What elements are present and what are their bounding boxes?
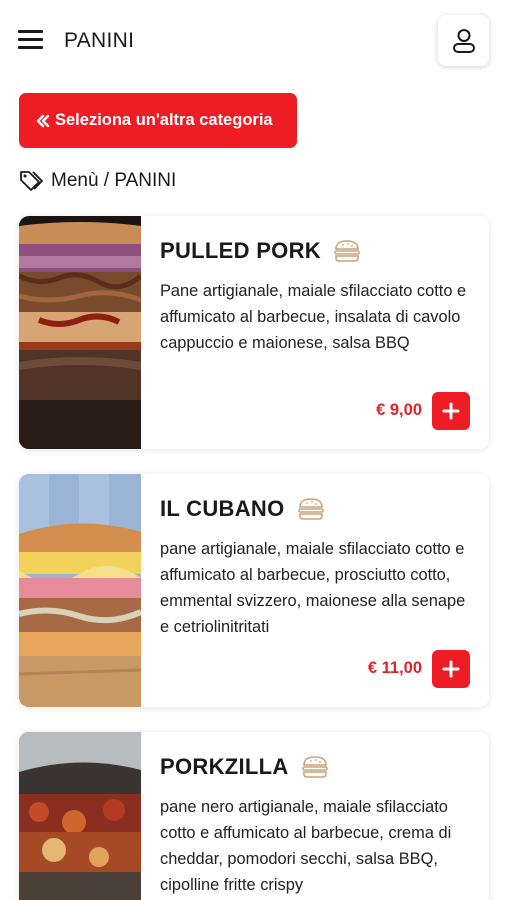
product-card[interactable]: IL CUBANO pane artigianale, maiale sfila… (19, 474, 489, 707)
product-image (19, 474, 141, 707)
user-icon (452, 28, 475, 53)
user-account-button[interactable] (438, 15, 489, 66)
hamburger-menu-icon[interactable] (18, 28, 44, 52)
burger-icon (301, 755, 329, 779)
product-name-text: PORKZILLA (160, 754, 289, 779)
product-name: IL CUBANO (160, 496, 325, 522)
burger-icon (297, 497, 325, 521)
product-price: € 9,00 (376, 401, 422, 419)
select-other-category-label: Seleziona un'altra categoria (55, 111, 273, 129)
product-description: pane nero artigianale, maiale sfilacciat… (160, 798, 452, 894)
product-name-text: IL CUBANO (160, 496, 285, 521)
product-name: PULLED PORK (160, 238, 361, 264)
plus-icon (442, 660, 460, 678)
tag-icon (19, 169, 45, 193)
product-description: pane artigianale, maiale sfilacciato cot… (160, 540, 466, 636)
product-name-text: PULLED PORK (160, 238, 321, 263)
add-to-cart-button[interactable] (432, 650, 470, 688)
plus-icon (442, 402, 460, 420)
product-card[interactable]: PORKZILLA pane nero artigianale, maiale … (19, 732, 489, 900)
product-price: € 11,00 (367, 659, 422, 677)
product-card[interactable]: PULLED PORK Pane artigianale, maiale sfi… (19, 216, 489, 449)
page-title: PANINI (64, 29, 135, 52)
breadcrumb-text: Menù / PANINI (51, 170, 177, 191)
product-image (19, 732, 141, 900)
double-chevron-left-icon (36, 114, 50, 128)
breadcrumb: Menù / PANINI (19, 168, 176, 194)
app-header: PANINI (0, 0, 507, 82)
product-name: PORKZILLA (160, 754, 329, 780)
add-to-cart-button[interactable] (432, 392, 470, 430)
product-image (19, 216, 141, 449)
product-description: Pane artigianale, maiale sfilacciato cot… (160, 282, 467, 352)
burger-icon (333, 239, 361, 263)
select-other-category-button[interactable]: Seleziona un'altra categoria (19, 93, 297, 148)
